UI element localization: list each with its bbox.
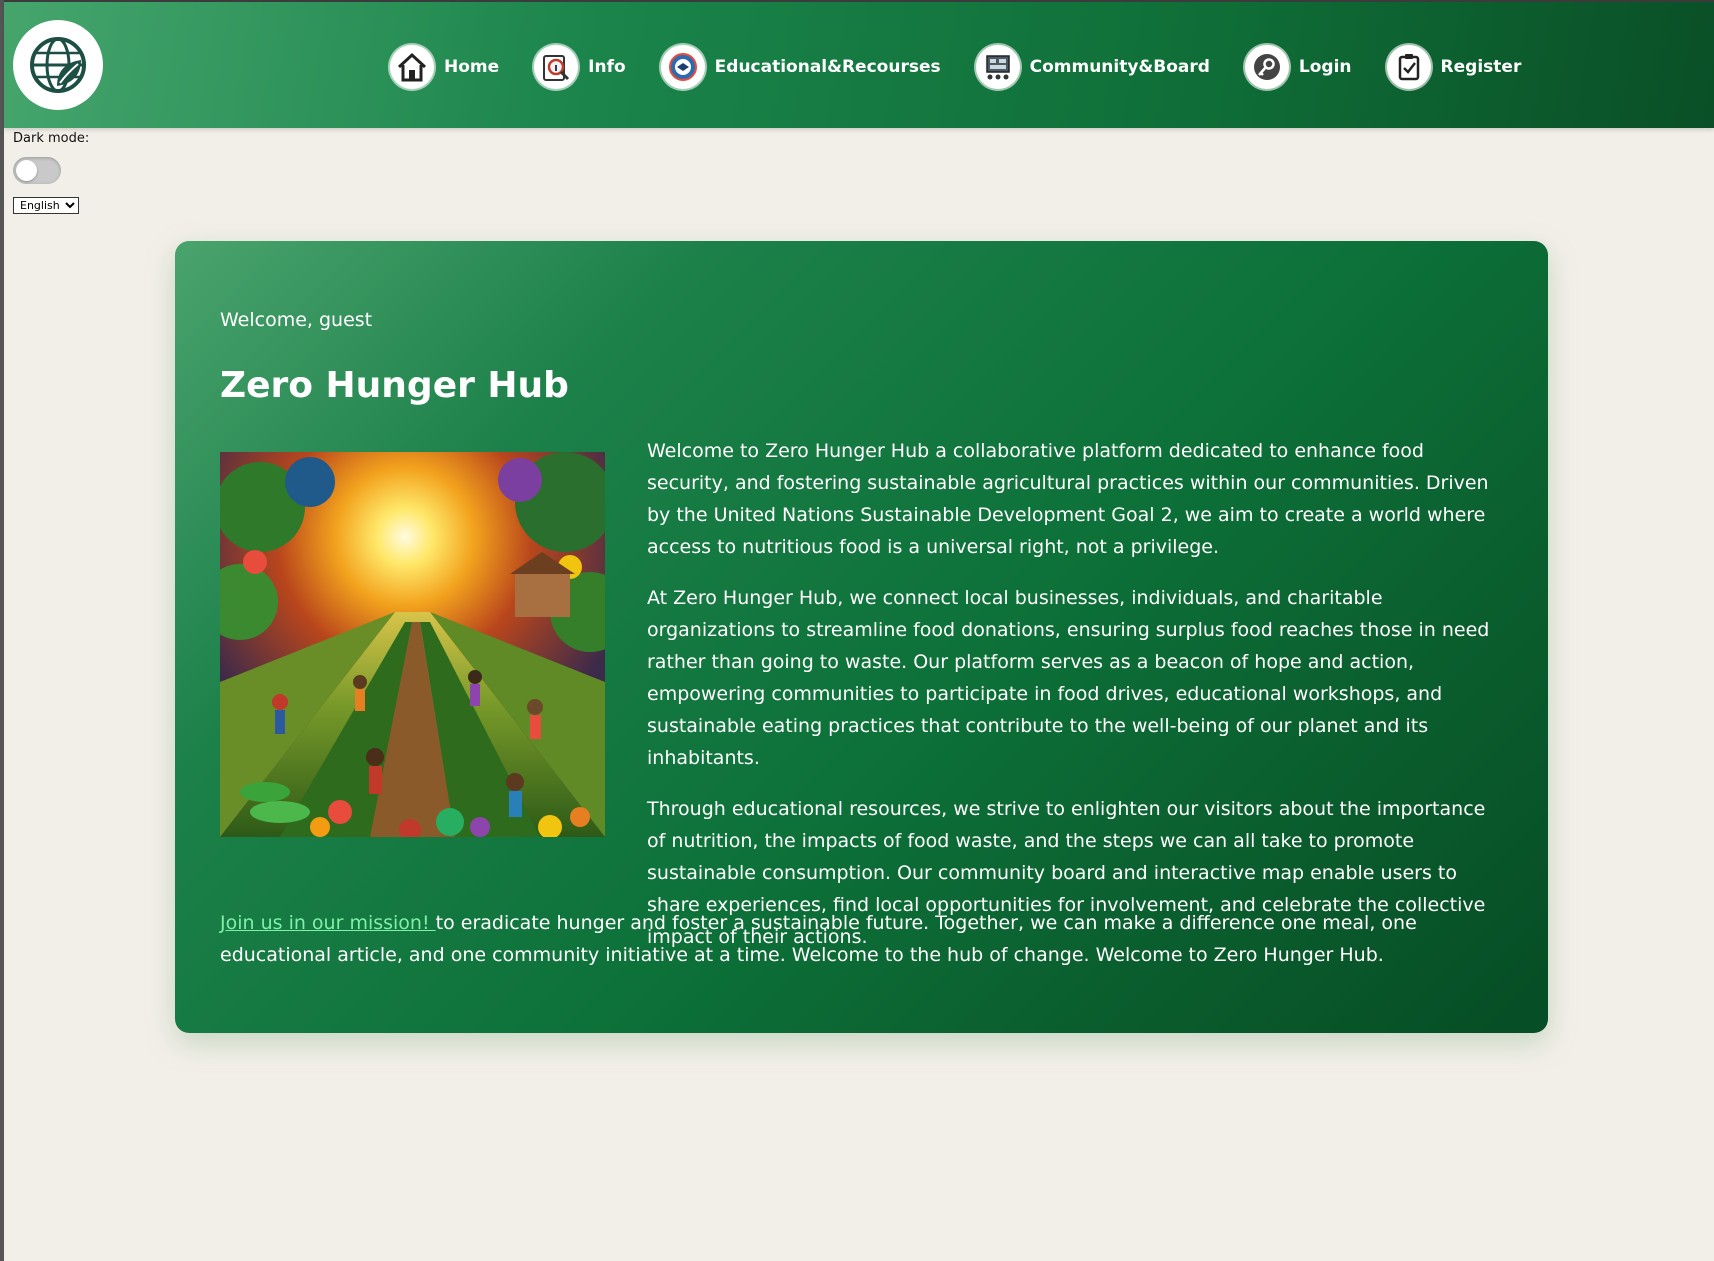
- intro-paragraph-1: Welcome to Zero Hunger Hub a collaborati…: [647, 440, 1489, 558]
- intro-paragraph-2: At Zero Hunger Hub, we connect local bus…: [647, 587, 1490, 769]
- closing-paragraph: Join us in our mission! to eradicate hun…: [220, 907, 1510, 971]
- login-key-icon: [1244, 45, 1289, 89]
- welcome-greeting: Welcome, guest: [220, 309, 373, 331]
- dark-mode-toggle[interactable]: [13, 157, 61, 184]
- app-window: Home Info Educational&Recourses Communit…: [0, 0, 1714, 1261]
- nav-info[interactable]: Info: [534, 45, 626, 89]
- main-nav: Home Info Educational&Recourses Communit…: [390, 42, 1556, 92]
- site-logo[interactable]: [13, 20, 103, 110]
- community-board-icon: [975, 45, 1020, 89]
- clipboard-check-icon: [1386, 45, 1431, 89]
- nav-login[interactable]: Login: [1244, 45, 1352, 89]
- join-mission-link[interactable]: Join us in our mission!: [220, 912, 436, 934]
- welcome-card: Welcome, guest Zero Hunger Hub Welcome t…: [175, 241, 1548, 1033]
- nav-info-label: Info: [588, 57, 626, 77]
- nav-login-label: Login: [1298, 57, 1352, 77]
- nav-home[interactable]: Home: [390, 45, 499, 89]
- dark-mode-label: Dark mode:: [13, 131, 90, 146]
- nav-educational-resources-label: Educational&Recourses: [714, 57, 941, 77]
- nav-register[interactable]: Register: [1386, 45, 1522, 89]
- magnifier-info-icon: [534, 45, 579, 89]
- nav-register-label: Register: [1440, 57, 1522, 77]
- top-navigation-bar: Home Info Educational&Recourses Communit…: [4, 0, 1714, 128]
- intro-text: Welcome to Zero Hunger Hub a collaborati…: [647, 435, 1507, 972]
- language-select[interactable]: English: [13, 197, 79, 214]
- page-title: Zero Hunger Hub: [220, 365, 569, 406]
- nav-community-board-label: Community&Board: [1029, 57, 1210, 77]
- house-icon: [390, 45, 434, 89]
- nav-educational-resources[interactable]: Educational&Recourses: [660, 45, 941, 89]
- community-garden-illustration: [220, 452, 605, 837]
- education-badge-icon: [660, 45, 705, 89]
- globe-leaf-logo-icon: [30, 37, 86, 93]
- nav-home-label: Home: [444, 57, 500, 77]
- nav-community-board[interactable]: Community&Board: [975, 45, 1210, 89]
- toggle-knob: [16, 160, 37, 181]
- hero-image: [220, 452, 605, 837]
